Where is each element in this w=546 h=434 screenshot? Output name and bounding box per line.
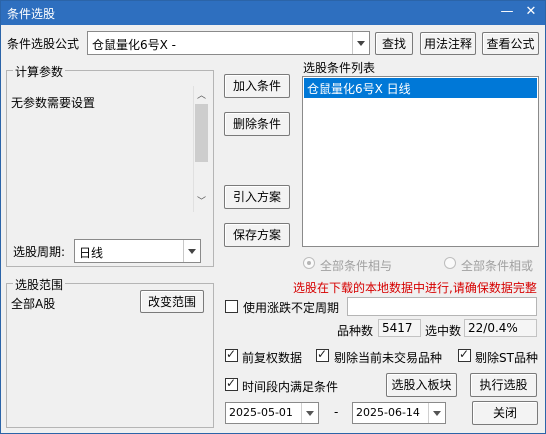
selected-value: 22/0.4% [468, 321, 518, 335]
date-separator: - [334, 405, 339, 419]
time-range-label: 时间段内满足条件 [242, 380, 339, 394]
find-button[interactable]: 查找 [375, 32, 413, 55]
period-label: 选股周期: [13, 245, 66, 259]
prev-adjust-label: 前复权数据 [242, 351, 303, 365]
condition-list-label: 选股条件列表 [303, 61, 376, 75]
params-scrollbar[interactable]: ︿ ﹀ [193, 86, 209, 212]
chevron-down-icon[interactable] [183, 240, 200, 262]
start-date-picker[interactable]: 2025-05-01 [225, 402, 319, 424]
import-scheme-button[interactable]: 引入方案 [224, 185, 290, 209]
or-radio-label: 全部条件相或 [461, 259, 534, 273]
condition-list[interactable]: 仓鼠量化6号X 日线 [302, 76, 539, 247]
chevron-down-icon[interactable] [428, 403, 445, 423]
list-item-label: 仓鼠量化6号X 日线 [307, 82, 411, 96]
variety-label: 品种数 [337, 324, 374, 338]
close-button[interactable]: 关闭 [472, 401, 538, 425]
scope-group-title: 选股范围 [13, 276, 66, 293]
view-formula-button[interactable]: 查看公式 [482, 32, 539, 55]
scroll-thumb[interactable] [195, 104, 208, 162]
formula-label: 条件选股公式 [7, 37, 80, 51]
exclude-st-checkbox[interactable] [458, 347, 471, 362]
period-combobox[interactable]: 日线 [74, 239, 201, 263]
formula-value: 仓鼠量化6号X - [92, 38, 177, 52]
period-input[interactable] [347, 297, 537, 316]
selected-label: 选中数 [425, 324, 462, 338]
save-scheme-button[interactable]: 保存方案 [224, 223, 290, 247]
scroll-up-icon[interactable]: ︿ [197, 88, 206, 101]
exclude-untraded-label: 剔除当前未交易品种 [334, 351, 443, 365]
params-text: 无参数需要设置 [11, 96, 96, 110]
add-condition-button[interactable]: 加入条件 [224, 74, 290, 98]
notice-text: 选股在下载的本地数据中进行,请确保数据完整 [293, 281, 537, 295]
or-radio[interactable] [444, 257, 456, 269]
usage-notes-button[interactable]: 用法注释 [420, 32, 476, 55]
scroll-down-icon[interactable]: ﹀ [197, 194, 206, 207]
params-group-title: 计算参数 [13, 63, 66, 80]
window-title: 条件选股 [7, 7, 56, 21]
unfixed-period-checkbox[interactable] [225, 300, 238, 313]
close-icon[interactable]: ✕ [521, 3, 541, 23]
formula-combobox[interactable]: 仓鼠量化6号X - [87, 31, 370, 55]
execute-button[interactable]: 执行选股 [470, 373, 537, 397]
unfixed-period-label: 使用涨跌不定周期 [243, 301, 340, 315]
end-date-picker[interactable]: 2025-06-14 [352, 402, 446, 424]
exclude-st-label: 剔除ST品种 [475, 351, 538, 365]
delete-condition-button[interactable]: 删除条件 [224, 112, 290, 136]
start-date-value: 2025-05-01 [229, 406, 293, 419]
change-scope-button[interactable]: 改变范围 [140, 290, 204, 313]
selected-field: 22/0.4% [464, 319, 537, 337]
list-item[interactable]: 仓鼠量化6号X 日线 [304, 78, 537, 98]
variety-value: 5417 [382, 321, 413, 335]
scope-value: 全部A股 [11, 297, 56, 311]
chevron-down-icon[interactable] [352, 32, 369, 54]
prev-adjust-checkbox[interactable] [225, 347, 238, 362]
condition-select-dialog: 条件选股 — ✕ 条件选股公式 仓鼠量化6号X - 查找 用法注释 查看公式 计… [0, 0, 546, 434]
end-date-value: 2025-06-14 [356, 406, 420, 419]
chevron-down-icon[interactable] [301, 403, 318, 423]
exclude-untraded-checkbox[interactable] [316, 347, 329, 362]
time-range-checkbox[interactable] [225, 376, 238, 391]
variety-field: 5417 [378, 319, 421, 337]
period-value: 日线 [79, 246, 104, 260]
and-radio-label: 全部条件相与 [320, 259, 393, 273]
minimize-icon[interactable]: — [497, 3, 517, 23]
title-bar[interactable]: 条件选股 — ✕ [1, 1, 545, 25]
to-board-button[interactable]: 选股入板块 [386, 373, 457, 397]
and-radio[interactable] [303, 257, 315, 269]
